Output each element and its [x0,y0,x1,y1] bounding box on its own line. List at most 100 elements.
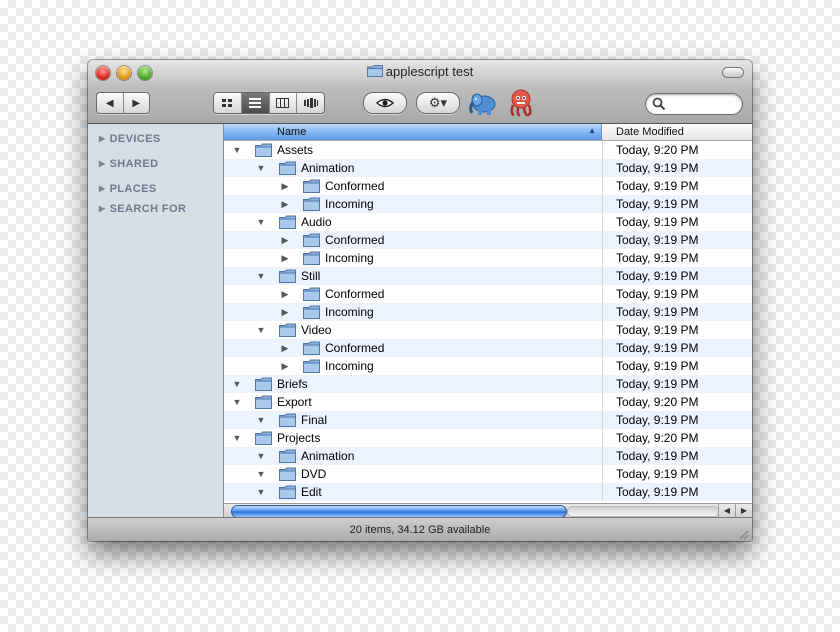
sidebar-section-label: PLACES [109,183,157,195]
disclosure-expanded-icon[interactable]: ▼ [256,216,266,228]
table-row[interactable]: ▶ Incoming Today, 9:19 PM [224,303,752,321]
file-name: Briefs [277,377,308,391]
coverflow-view-button[interactable] [297,93,324,113]
table-row[interactable]: ▼ Animation Today, 9:19 PM [224,159,752,177]
horizontal-scrollbar[interactable]: ◀ ▶ [224,503,752,518]
disclosure-triangle-icon[interactable]: ▶ [99,184,106,193]
sidebar-section-search-for[interactable]: ▶ SEARCH FOR [99,202,186,216]
sidebar-section-label: DEVICES [109,133,161,145]
toolbar-toggle-button[interactable] [722,67,744,78]
disclosure-expanded-icon[interactable]: ▼ [256,270,266,282]
disclosure-expanded-icon[interactable]: ▼ [256,468,266,480]
disclosure-expanded-icon[interactable]: ▼ [232,432,242,444]
disclosure-expanded-icon[interactable]: ▼ [256,324,266,336]
table-row[interactable]: ▼ Briefs Today, 9:19 PM [224,375,752,393]
disclosure-collapsed-icon[interactable]: ▶ [280,342,290,354]
forward-button[interactable]: ▶ [124,93,150,113]
table-row[interactable]: ▼ Video Today, 9:19 PM [224,321,752,339]
table-row[interactable]: ▼ Final Today, 9:19 PM [224,411,752,429]
column-divider [602,267,603,285]
table-row[interactable]: ▼ Still Today, 9:19 PM [224,267,752,285]
quick-look-button[interactable] [364,93,406,113]
disclosure-triangle-icon[interactable]: ▶ [99,204,106,213]
action-menu-control: ⚙▾ [416,92,460,114]
table-row[interactable]: ▶ Conformed Today, 9:19 PM [224,231,752,249]
file-name: Audio [301,215,332,229]
disclosure-collapsed-icon[interactable]: ▶ [280,252,290,264]
file-name: Assets [277,143,314,157]
date-modified: Today, 9:19 PM [616,161,699,175]
date-modified-column-header[interactable]: Date Modified [602,124,752,140]
disclosure-collapsed-icon[interactable]: ▶ [280,306,290,318]
list-view-button[interactable] [241,93,270,113]
disclosure-triangle-icon[interactable]: ▶ [99,134,106,143]
column-divider [602,429,603,447]
column-header-bar: Name ▲ Date Modified [224,124,752,141]
folder-icon [279,467,296,481]
disclosure-collapsed-icon[interactable]: ▶ [280,360,290,372]
search-field[interactable] [645,93,743,115]
disclosure-collapsed-icon[interactable]: ▶ [280,234,290,246]
folder-icon [279,161,296,175]
sidebar-section-devices[interactable]: ▶ DEVICES [99,132,161,146]
search-input[interactable] [668,96,738,113]
table-row[interactable]: ▶ Incoming Today, 9:19 PM [224,195,752,213]
date-modified: Today, 9:20 PM [616,143,699,157]
resize-grip-icon[interactable] [738,529,749,540]
folder-icon [303,341,320,355]
folder-icon [279,449,296,463]
title-bar[interactable]: applescript test ◀ ▶ ⚙▾ [88,60,752,124]
file-name: Edit [301,485,322,499]
column-divider [602,141,603,159]
sidebar-section-shared[interactable]: ▶ SHARED [99,157,158,171]
table-row[interactable]: ▼ Edit Today, 9:19 PM [224,483,752,501]
table-row[interactable]: ▼ Animation Today, 9:19 PM [224,447,752,465]
column-divider [602,303,603,321]
name-column-header[interactable]: Name ▲ [224,124,602,140]
elephant-icon[interactable] [467,88,499,118]
disclosure-expanded-icon[interactable]: ▼ [256,450,266,462]
disclosure-collapsed-icon[interactable]: ▶ [280,288,290,300]
action-menu-button[interactable]: ⚙▾ [417,93,459,113]
eye-icon [376,98,394,108]
icon-view-button[interactable] [214,93,242,113]
folder-icon [279,413,296,427]
disclosure-expanded-icon[interactable]: ▼ [232,396,242,408]
file-name: DVD [301,467,327,481]
table-row[interactable]: ▼ Assets Today, 9:20 PM [224,141,752,159]
column-view-button[interactable] [270,93,298,113]
table-row[interactable]: ▶ Conformed Today, 9:19 PM [224,177,752,195]
column-divider [602,285,603,303]
list-view-icon [249,98,262,108]
file-name: Conformed [325,287,385,301]
table-row[interactable]: ▼ Projects Today, 9:20 PM [224,429,752,447]
scroll-track[interactable] [567,506,719,517]
date-modified: Today, 9:19 PM [616,323,699,337]
disclosure-expanded-icon[interactable]: ▼ [256,486,266,498]
disclosure-expanded-icon[interactable]: ▼ [232,378,242,390]
table-row[interactable]: ▼ Audio Today, 9:19 PM [224,213,752,231]
table-row[interactable]: ▼ Export Today, 9:20 PM [224,393,752,411]
table-row[interactable]: ▶ Incoming Today, 9:19 PM [224,357,752,375]
scroll-right-icon[interactable]: ▶ [735,504,752,517]
back-button[interactable]: ◀ [97,93,124,113]
table-row[interactable]: ▼ DVD Today, 9:19 PM [224,465,752,483]
search-icon [652,97,666,111]
disclosure-collapsed-icon[interactable]: ▶ [280,180,290,192]
sidebar-section-places[interactable]: ▶ PLACES [99,182,157,196]
table-row[interactable]: ▶ Conformed Today, 9:19 PM [224,339,752,357]
disclosure-triangle-icon[interactable]: ▶ [99,159,106,168]
disclosure-expanded-icon[interactable]: ▼ [232,144,242,156]
octopus-icon[interactable] [505,88,537,118]
file-name: Animation [301,449,355,463]
scroll-left-icon[interactable]: ◀ [718,504,735,517]
sidebar: ▶ DEVICES ▶ SHARED ▶ PLACES ▶ SEARCH FOR [88,124,224,517]
file-name: Final [301,413,328,427]
table-row[interactable]: ▶ Incoming Today, 9:19 PM [224,249,752,267]
disclosure-collapsed-icon[interactable]: ▶ [280,198,290,210]
date-modified: Today, 9:19 PM [616,413,699,427]
disclosure-expanded-icon[interactable]: ▼ [256,414,266,426]
disclosure-expanded-icon[interactable]: ▼ [256,162,266,174]
table-row[interactable]: ▶ Conformed Today, 9:19 PM [224,285,752,303]
folder-icon [279,485,296,499]
